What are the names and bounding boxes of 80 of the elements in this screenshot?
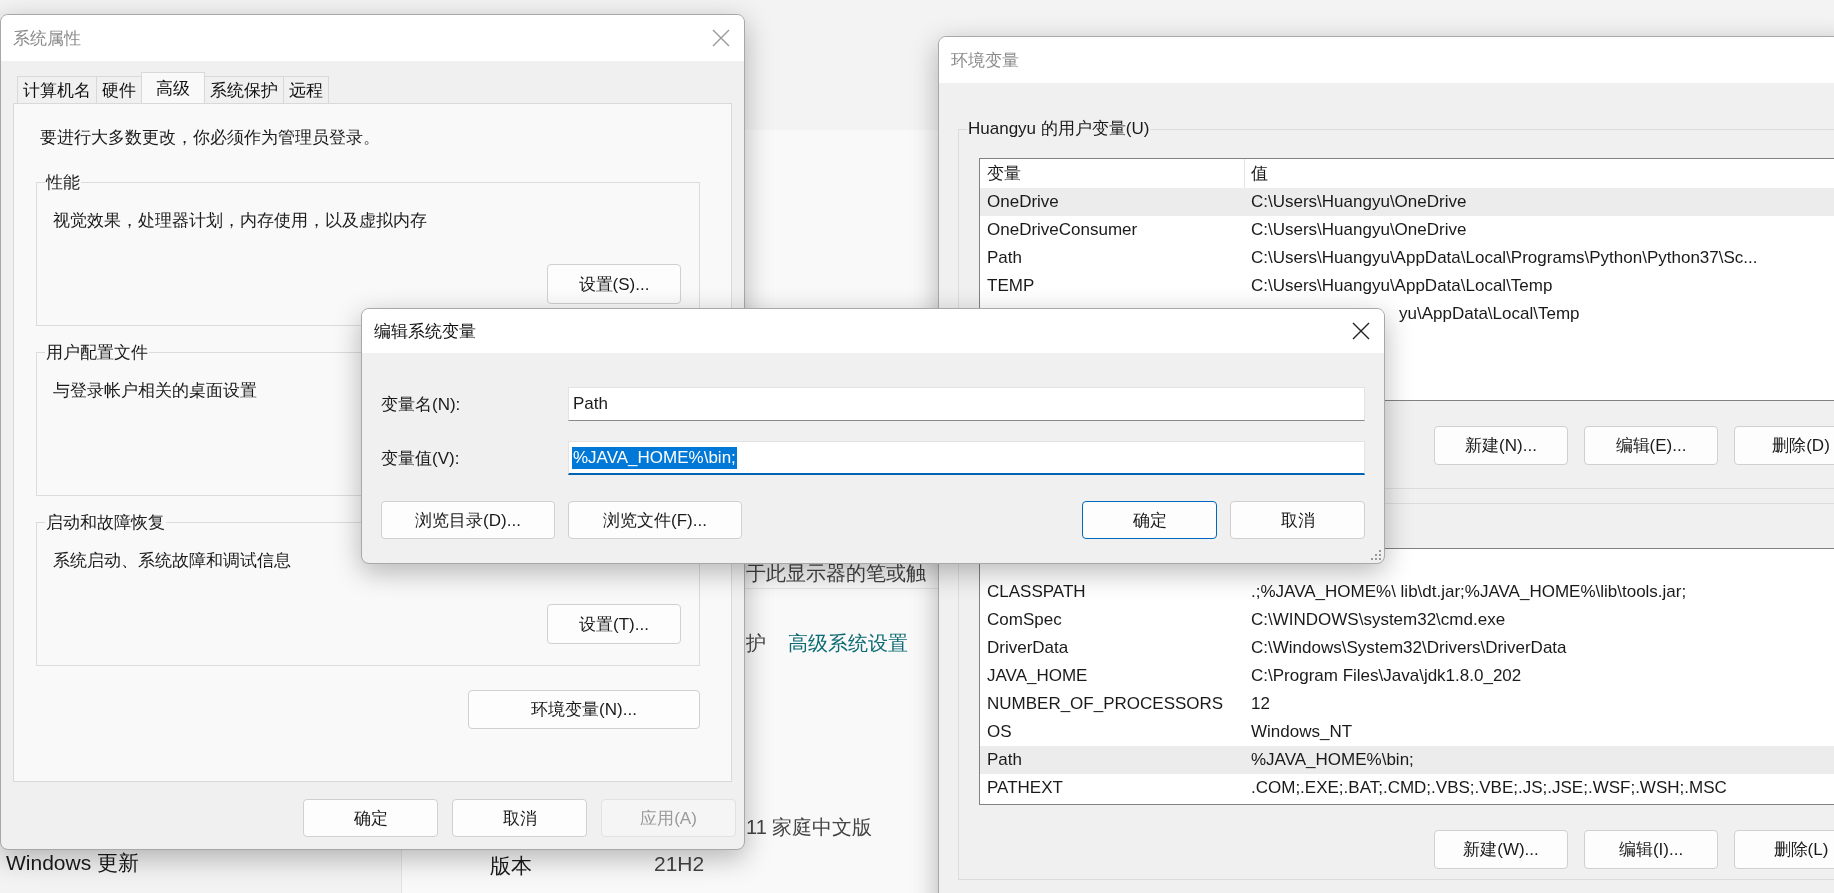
input-field[interactable]: %JAVA_HOME%\bin; <box>568 441 1365 475</box>
list-row[interactable]: NUMBER_OF_PROCESSORS 12 <box>980 690 1834 718</box>
variable-value: Windows_NT <box>1250 722 1353 742</box>
variable-name: Path <box>986 750 1023 770</box>
window-title: 系统属性 <box>13 27 81 50</box>
variable-name: JAVA_HOME <box>986 666 1089 686</box>
field-label: 变量名(N): <box>381 393 462 416</box>
dialog-button[interactable]: 确定 <box>303 799 438 837</box>
variable-name: OS <box>986 722 1013 742</box>
list-button[interactable]: 删除(L) <box>1734 830 1834 869</box>
variable-name: OneDrive <box>986 192 1060 212</box>
browse-button[interactable]: 浏览文件(F)... <box>568 501 742 539</box>
list-button[interactable]: 新建(W)... <box>1434 830 1568 869</box>
variable-name: Path <box>986 248 1023 268</box>
list-row[interactable]: ComSpec C:\WINDOWS\system32\cmd.exe <box>980 606 1834 634</box>
window-title: 编辑系统变量 <box>374 320 476 343</box>
environment-variables-button[interactable]: 环境变量(N)... <box>468 690 700 729</box>
variable-value: C:\Users\Huangyu\OneDrive <box>1250 220 1467 240</box>
variable-value: 12 <box>1250 694 1270 714</box>
list-row[interactable]: PATHEXT .COM;.EXE;.BAT;.CMD;.VBS;.VBE;.JS;.JSE;.WSF;.WSH;.MSC <box>980 774 1834 802</box>
variable-name: OneDriveConsumer <box>986 220 1139 240</box>
variable-name: NUMBER_OF_PROCESSORS <box>986 694 1225 714</box>
spec-value: 21H2 <box>654 852 705 877</box>
list-row[interactable]: OneDrive C:\Users\Huangyu\OneDrive <box>980 188 1834 216</box>
list-row[interactable]: Path %JAVA_HOME%\bin; <box>980 746 1834 774</box>
field-label: 变量值(V): <box>381 447 461 470</box>
list-row[interactable]: OneDriveConsumer C:\Users\Huangyu\OneDrive <box>980 216 1834 244</box>
window-title: 环境变量 <box>951 49 1019 72</box>
list-row[interactable]: CLASSPATH .;%JAVA_HOME%\ lib\dt.jar;%JAVA_HOME%\lib\tools.jar; <box>980 578 1834 606</box>
list-row[interactable]: Path C:\Users\Huangyu\AppData\Local\Programs\Python\Python37\Sc... <box>980 244 1834 272</box>
column-header[interactable]: 值 <box>1245 159 1268 188</box>
group-title: 性能 <box>45 171 81 194</box>
dialog-button[interactable]: 取消 <box>452 799 587 837</box>
variable-name: DriverData <box>986 638 1070 658</box>
list-button[interactable]: 编辑(I)... <box>1584 830 1718 869</box>
settings-text: 护 <box>746 631 766 656</box>
list-row[interactable]: DriverData C:\Windows\System32\Drivers\DriverData <box>980 634 1834 662</box>
variable-value: %JAVA_HOME%\bin; <box>1250 750 1414 770</box>
variable-value: C:\Windows\System32\Drivers\DriverData <box>1250 638 1567 658</box>
input-field[interactable]: Path <box>568 387 1365 421</box>
list-button[interactable]: 删除(D) <box>1734 426 1834 465</box>
settings-link[interactable]: 高级系统设置 <box>788 630 908 657</box>
variable-value: .COM;.EXE;.BAT;.CMD;.VBS;.VBE;.JS;.JSE;.WSF;.WSH;.MSC <box>1250 778 1727 798</box>
list-row[interactable]: JAVA_HOME C:\Program Files\Java\jdk1.8.0_202 <box>980 662 1834 690</box>
dialog-button[interactable]: 确定 <box>1082 501 1217 539</box>
variable-value: C:\WINDOWS\system32\cmd.exe <box>1250 610 1506 630</box>
notice-text: 要进行大多数更改，你必须作为管理员登录。 <box>40 127 381 149</box>
variable-name: CLASSPATH <box>986 582 1087 602</box>
list-row[interactable]: TEMP C:\Users\Huangyu\AppData\Local\Temp <box>980 272 1834 300</box>
group-description: 系统启动、系统故障和调试信息 <box>53 550 291 572</box>
settings-text: 于此显示器的笔或触 <box>746 561 926 586</box>
list-button[interactable]: 新建(N)... <box>1434 426 1568 465</box>
variable-name: TEMP <box>986 276 1036 296</box>
group-description: 与登录帐户相关的桌面设置 <box>53 380 257 402</box>
variable-value: .;%JAVA_HOME%\ lib\dt.jar;%JAVA_HOME%\lib\tools.jar; <box>1250 582 1687 602</box>
variable-name: PATHEXT <box>986 778 1064 798</box>
settings-text: 11 家庭中文版 <box>746 815 873 840</box>
resize-grip-icon[interactable] <box>1371 550 1381 560</box>
group-description: 视觉效果，处理器计划，内存使用，以及虚拟内存 <box>53 210 427 232</box>
variable-value: C:\Program Files\Java\jdk1.8.0_202 <box>1250 666 1522 686</box>
variable-value: yu\AppData\Local\Temp <box>1398 304 1580 324</box>
variable-value: C:\Users\Huangyu\AppData\Local\Temp <box>1250 276 1553 296</box>
variable-value: C:\Users\Huangyu\AppData\Local\Programs\Python\Python37\Sc... <box>1250 248 1758 268</box>
list-row[interactable]: OS Windows_NT <box>980 718 1834 746</box>
settings-button[interactable]: 设置(T)... <box>547 604 681 644</box>
variable-value: C:\Users\Huangyu\OneDrive <box>1250 192 1467 212</box>
group-title: 用户配置文件 <box>45 341 149 364</box>
settings-button[interactable]: 设置(S)... <box>547 264 681 304</box>
tab[interactable]: 高级 <box>141 72 205 103</box>
list-button[interactable]: 编辑(E)... <box>1584 426 1718 465</box>
tab[interactable]: 远程 <box>283 76 329 103</box>
browse-button[interactable]: 浏览目录(D)... <box>381 501 555 539</box>
dialog-button[interactable]: 取消 <box>1230 501 1365 539</box>
group-title: 启动和故障恢复 <box>45 511 166 534</box>
group-title: Huangyu 的用户变量(U) <box>967 117 1151 140</box>
variable-name: ComSpec <box>986 610 1063 630</box>
spec-label: 版本 <box>490 853 533 879</box>
close-icon[interactable] <box>1352 322 1370 340</box>
nav-item[interactable]: Windows 更新 <box>0 851 146 875</box>
tab[interactable]: 计算机名 <box>17 76 97 103</box>
